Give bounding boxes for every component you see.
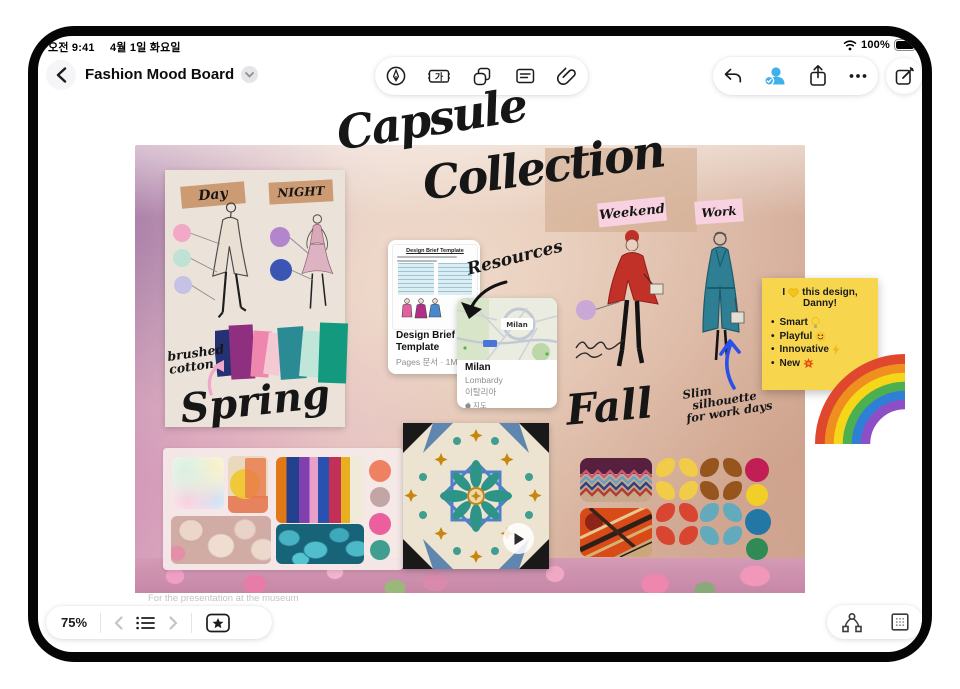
doc-figures (399, 297, 443, 323)
watercolor-tile[interactable] (172, 457, 224, 509)
palette-circle-green (746, 538, 768, 560)
status-time: 오전 9:41 (48, 42, 95, 54)
palette-circle-yellow (746, 484, 768, 506)
light-bulb-icon (811, 317, 820, 329)
connect-objects-button[interactable] (840, 610, 864, 634)
abstract-shapes-tile[interactable] (228, 456, 268, 513)
sticky-bullet-row: Playful (762, 330, 878, 344)
palette-circle-mauve (370, 487, 390, 507)
page-title: Fashion Mood Board (85, 66, 234, 83)
more-button[interactable] (847, 65, 869, 87)
sticky-bullet-label: Playful (780, 330, 813, 344)
palette-circle-coral (369, 460, 391, 482)
markup-pen-tool-button[interactable] (385, 65, 407, 87)
board-heading[interactable]: Capsule Collection (330, 92, 660, 232)
board-caption: For the presentation at the museum (148, 593, 299, 604)
board-title-menu[interactable]: Fashion Mood Board (85, 66, 258, 83)
woven-textile-tile[interactable] (580, 508, 652, 557)
status-bar: 오전 9:41 4월 1일 화요일 (48, 39, 181, 55)
play-button[interactable] (503, 523, 534, 554)
text-tool-button[interactable]: 가 (427, 65, 451, 87)
map-app-name: 지도 (473, 400, 487, 408)
freeform-canvas[interactable]: Capsule Collection Day NIGHT (38, 100, 922, 600)
sticky-bullet-label: Smart (780, 316, 808, 330)
resources-arrow (458, 278, 510, 322)
new-board-button[interactable] (886, 58, 922, 94)
petal-motif-brown[interactable] (700, 458, 742, 500)
tile-pattern-video[interactable] (403, 423, 549, 569)
chevron-down-icon (241, 66, 258, 83)
chevron-left-icon (56, 67, 67, 83)
handwritten-scribble (574, 338, 626, 364)
roses-photo-tile[interactable] (171, 516, 271, 564)
battery-icon (894, 39, 919, 51)
select-mode-button[interactable] (889, 611, 911, 633)
svg-text:가: 가 (435, 71, 444, 83)
map-title: Milan (465, 362, 551, 373)
palette-circle-teal (370, 540, 390, 560)
actions-toolbar (713, 57, 878, 95)
back-button[interactable] (46, 60, 76, 90)
svg-text:Milan: Milan (506, 321, 527, 329)
petal-motif-teal[interactable] (700, 503, 742, 545)
palette-circle-pink (369, 513, 391, 535)
view-options-bar (827, 605, 922, 639)
wifi-icon (843, 40, 857, 51)
zigzag-knit-tile[interactable] (580, 458, 652, 502)
petal-motif-yellow[interactable] (656, 458, 698, 500)
play-icon (513, 532, 525, 546)
share-button[interactable] (807, 64, 829, 88)
board-forward-button[interactable] (169, 616, 178, 630)
rainbow-emoji[interactable] (813, 352, 905, 444)
battery-percent-label: 100% (861, 39, 890, 51)
palette-circle-crimson (745, 458, 769, 482)
attachment-tool-button[interactable] (556, 65, 578, 87)
navigation-bar: 75% (46, 606, 272, 639)
divider (191, 613, 192, 633)
season-fall-label[interactable]: Fall (564, 378, 655, 434)
status-date: 4월 1일 화요일 (110, 42, 181, 54)
ipad-screen: 오전 9:41 4월 1일 화요일 100% Fashion Mood Boar… (38, 36, 922, 652)
sticky-bullet-row: Smart (762, 316, 878, 330)
board-back-button[interactable] (114, 616, 123, 630)
sticky-intro-start: I (782, 287, 785, 298)
compose-icon (894, 66, 915, 87)
work-label: Work (701, 203, 737, 219)
work-label-strip[interactable]: Work (694, 198, 743, 224)
doc-heading: Design Brief Template (393, 248, 477, 254)
sticky-bullet-label: New (780, 357, 801, 371)
board-list-button[interactable] (136, 615, 156, 631)
palette-circle-blue (745, 509, 771, 535)
favorites-button[interactable] (205, 612, 231, 634)
undo-button[interactable] (722, 65, 744, 87)
weekend-palette-dot (574, 298, 620, 322)
map-region: Lombardy (465, 375, 551, 385)
turquoise-stones-tile[interactable] (276, 524, 364, 564)
zoom-level-button[interactable]: 75% (61, 615, 87, 630)
yellow-heart-icon (788, 288, 799, 298)
map-country: 이탈리아 (465, 386, 551, 398)
petal-motif-red[interactable] (656, 503, 698, 545)
smiley-icon (815, 331, 826, 342)
apple-logo-icon (465, 402, 471, 408)
status-right: 100% (843, 39, 919, 51)
divider (100, 613, 101, 633)
fabric-rolls-tile[interactable] (276, 457, 364, 523)
sticky-intro-end: this design, (802, 287, 858, 298)
collaborate-button[interactable] (762, 64, 788, 88)
sticky-intro-name: Danny! (762, 298, 878, 309)
